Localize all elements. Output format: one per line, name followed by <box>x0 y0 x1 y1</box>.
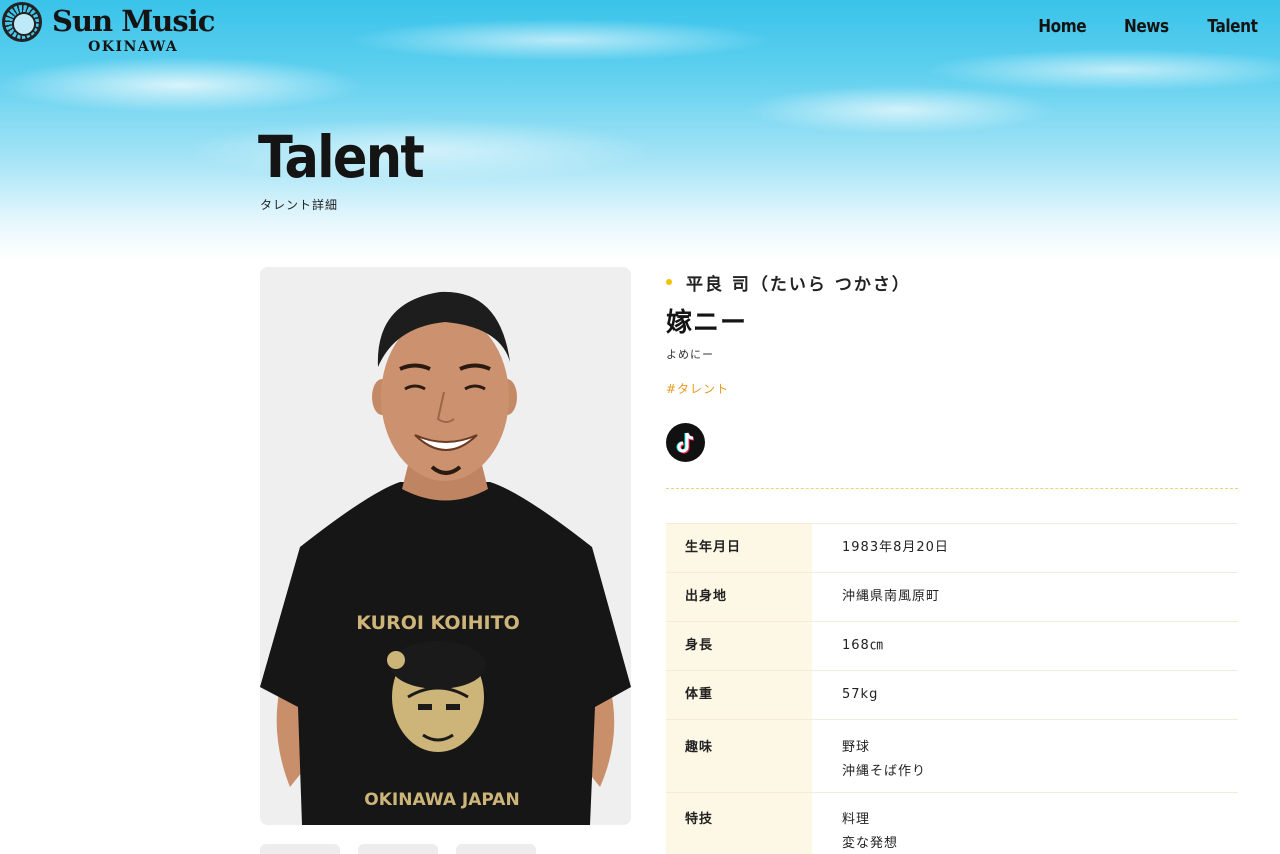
photo-thumbnail[interactable] <box>358 844 438 854</box>
spec-value: 野球 沖縄そば作り <box>812 720 1238 793</box>
spec-label: 趣味 <box>666 719 812 793</box>
spec-label: 身長 <box>666 621 812 671</box>
spec-label: 体重 <box>666 670 812 720</box>
nav-talent[interactable]: Talent <box>1208 16 1258 37</box>
photo-thumbnail[interactable] <box>260 844 340 854</box>
tiktok-icon[interactable] <box>666 423 705 462</box>
spec-row-birthday: 生年月日 1983年8月20日 <box>666 523 1238 573</box>
spec-value-line: 野球 <box>842 740 871 755</box>
main-nav: Home News Talent <box>1034 16 1262 37</box>
nav-news[interactable]: News <box>1124 16 1169 37</box>
shirt-text-bottom: OKINAWA JAPAN <box>364 790 519 810</box>
logo-text: Sun Music OKINAWA <box>52 2 215 55</box>
site-header: Sun Music OKINAWA Home News Talent <box>0 0 1280 60</box>
spec-value: 沖縄県南風原町 <box>842 589 941 604</box>
real-name: 平良 司（たいら つかさ） <box>686 274 911 295</box>
shirt-text-top: KUROI KOIHITO <box>356 612 519 634</box>
real-name-line: 平良 司（たいら つかさ） <box>666 268 1238 296</box>
profile-specs-table: 生年月日 1983年8月20日 出身地 沖縄県南風原町 身長 168㎝ 体重 5… <box>666 523 1238 854</box>
stage-name-reading: よめにー <box>666 348 714 361</box>
spec-value: 1983年8月20日 <box>842 540 949 555</box>
spec-label: 出身地 <box>666 572 812 622</box>
spec-value: 57kg <box>842 687 879 702</box>
talent-profile: 平良 司（たいら つかさ） 嫁ニー よめにー #タレント 生年月日 1983年8… <box>666 268 1238 854</box>
logo-main-text: Sun Music <box>52 4 215 38</box>
bullet-dot-icon <box>666 279 672 285</box>
talent-photo: KUROI KOIHITO OKINAWA JAPAN <box>260 267 631 825</box>
site-logo[interactable]: Sun Music OKINAWA <box>2 2 215 58</box>
page-subtitle: タレント詳細 <box>260 198 339 212</box>
stage-name: 嫁ニー <box>666 308 748 338</box>
page-title: Talent <box>258 123 425 191</box>
nav-home[interactable]: Home <box>1038 16 1086 37</box>
spec-row-skills: 特技 料理 変な発想 <box>666 792 1238 854</box>
section-divider <box>666 488 1238 489</box>
spec-row-weight: 体重 57kg <box>666 670 1238 720</box>
logo-sub-text: OKINAWA <box>88 39 179 55</box>
spec-row-height: 身長 168㎝ <box>666 621 1238 671</box>
spec-label: 特技 <box>666 792 812 854</box>
spec-value: 料理 変な発想 <box>812 793 1238 854</box>
category-tag[interactable]: #タレント <box>666 380 1238 397</box>
spec-value: 168㎝ <box>842 638 884 653</box>
photo-thumbnails <box>260 844 536 854</box>
photo-thumbnail[interactable] <box>456 844 536 854</box>
spec-value-line: 料理 <box>842 812 871 827</box>
tiktok-logo-glyph <box>676 432 694 453</box>
spec-row-hobbies: 趣味 野球 沖縄そば作り <box>666 719 1238 793</box>
spec-value-line: 変な発想 <box>842 836 899 851</box>
logo-emblem-icon <box>2 2 42 42</box>
spec-row-hometown: 出身地 沖縄県南風原町 <box>666 572 1238 622</box>
talent-portrait-image: KUROI KOIHITO OKINAWA JAPAN <box>260 267 631 825</box>
spec-value-line: 沖縄そば作り <box>842 764 927 779</box>
spec-label: 生年月日 <box>666 523 812 573</box>
